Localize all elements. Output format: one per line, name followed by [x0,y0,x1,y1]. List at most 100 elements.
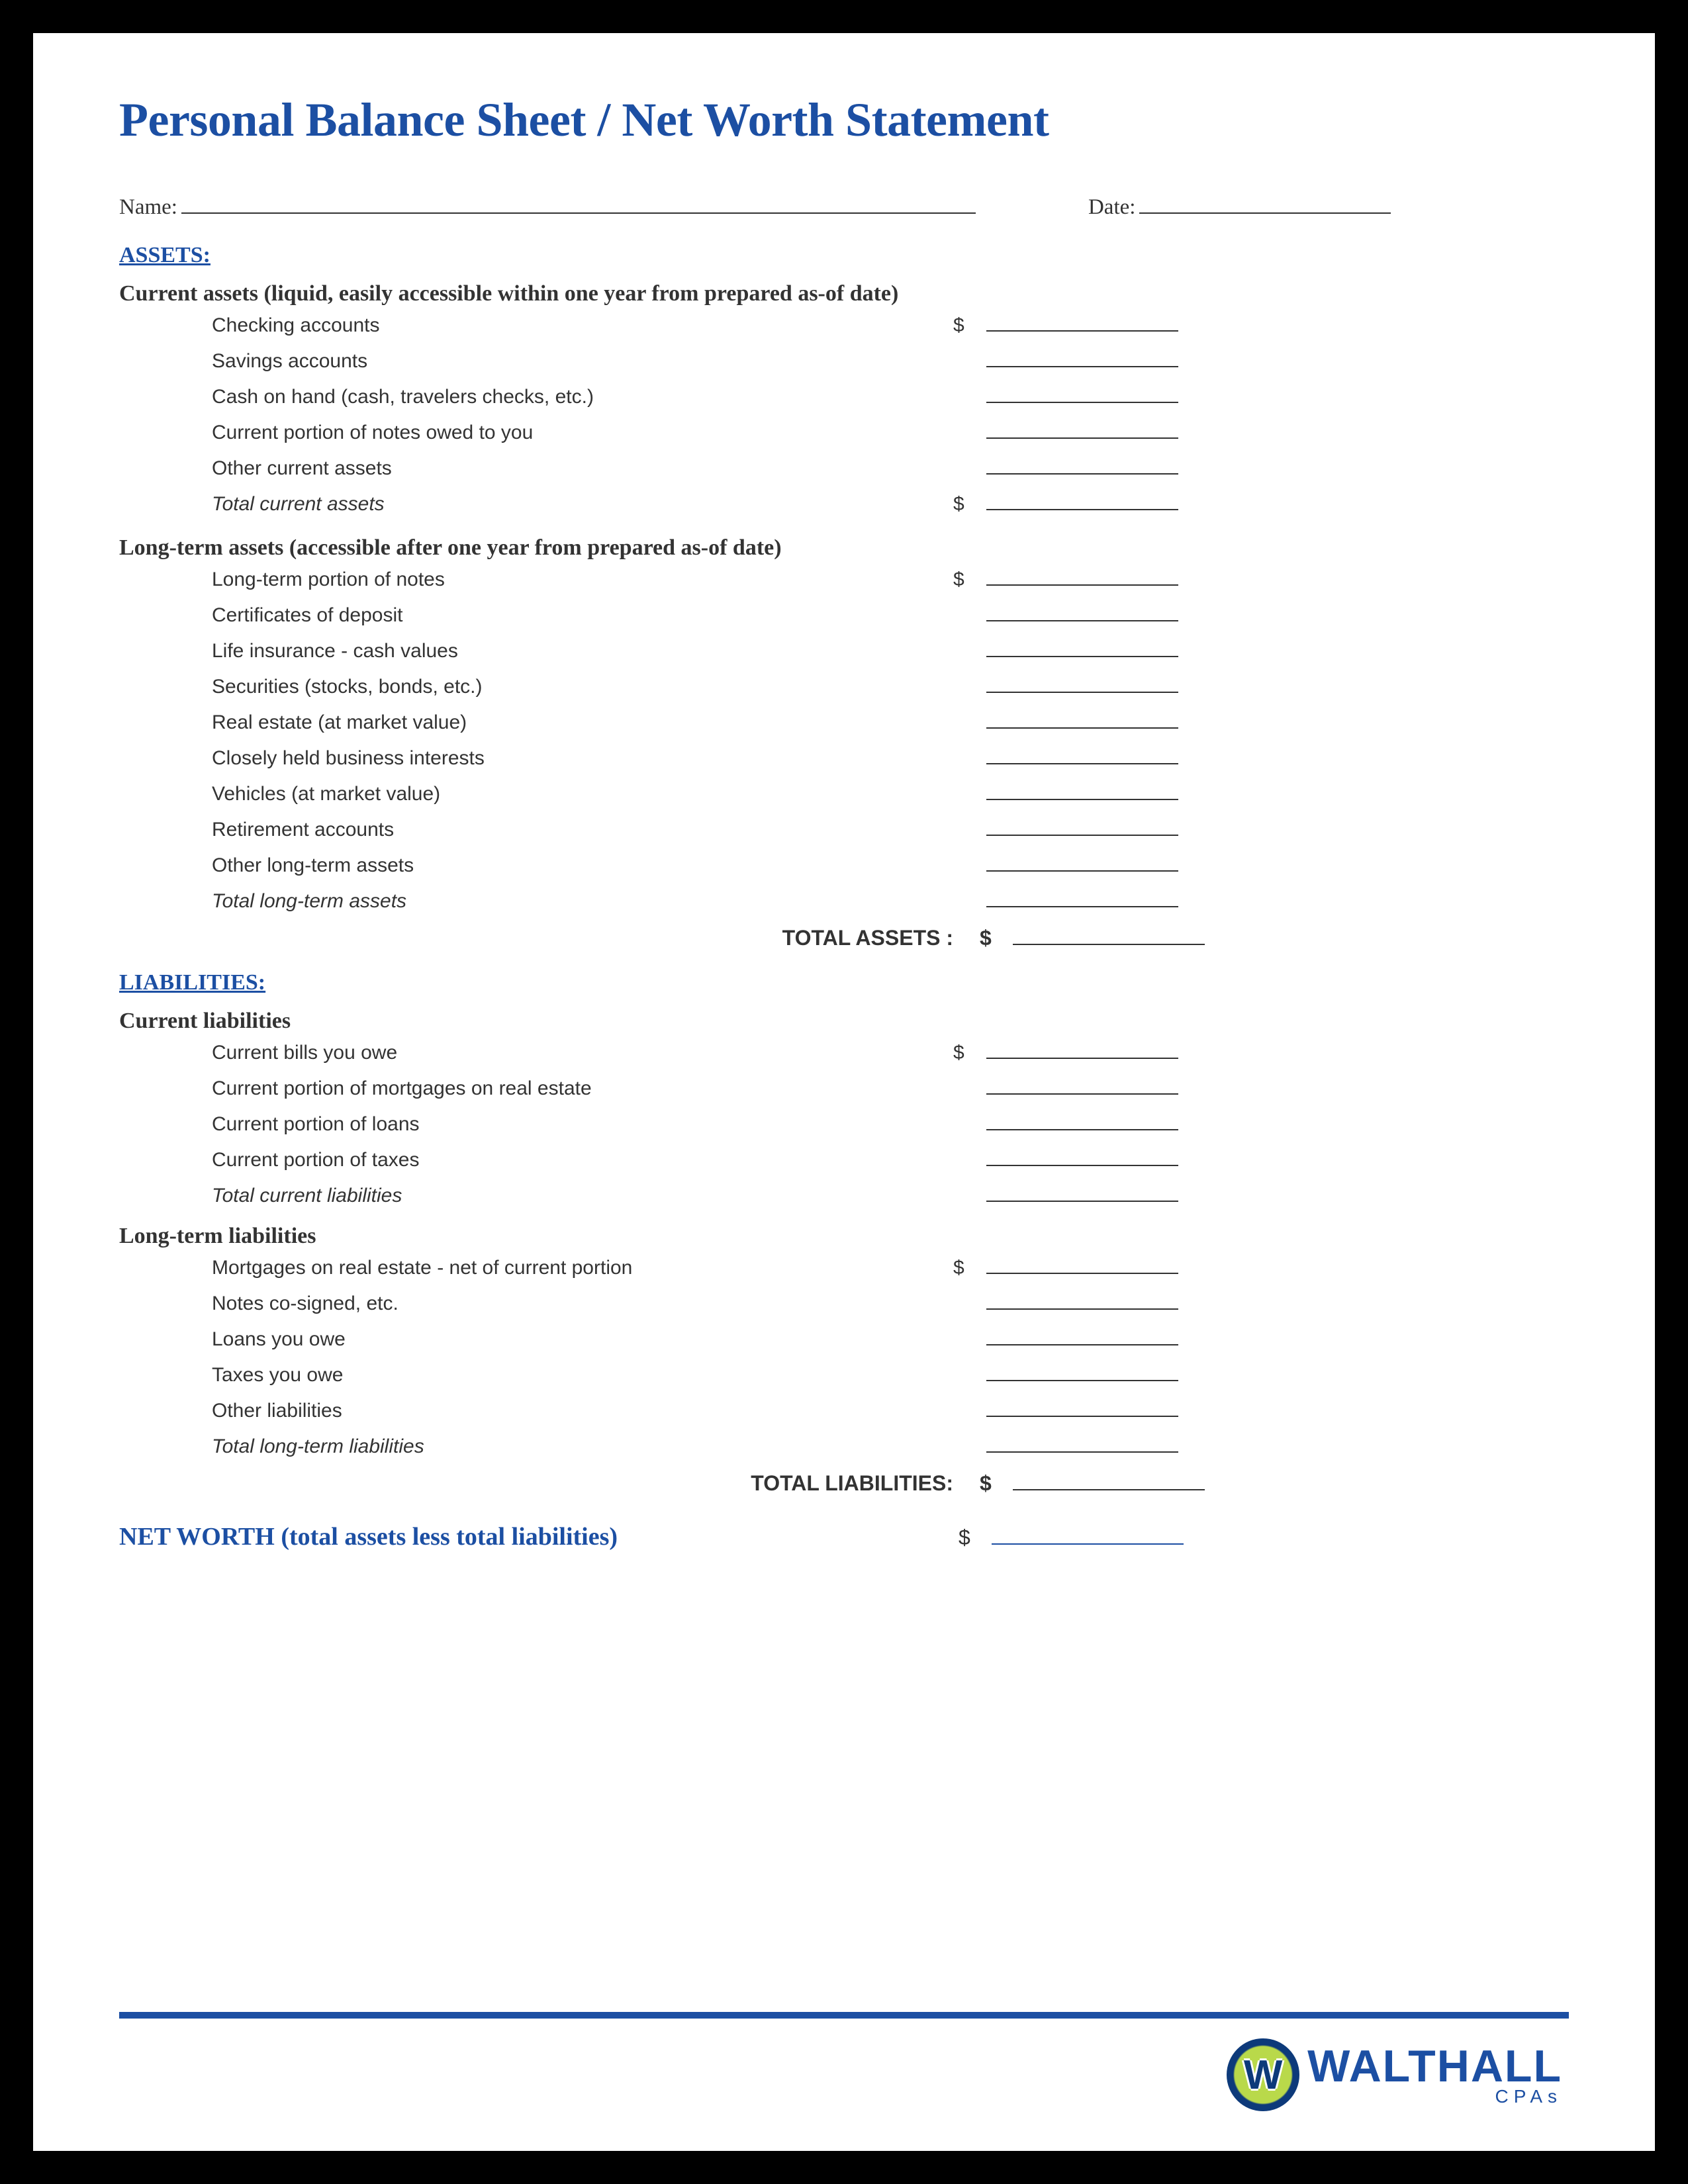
line-item-label: Current bills you owe [212,1042,953,1064]
amount-input-line[interactable] [986,1113,1178,1130]
amount-input-line[interactable] [986,1257,1178,1274]
subtotal-label: Total current assets [212,493,953,516]
subtotal-row: Total current liabilities [212,1185,1575,1207]
line-item-label: Securities (stocks, bonds, etc.) [212,676,953,698]
line-item: Current portion of loans [212,1113,1575,1136]
logo-text: WALTHALL CPAs [1307,2044,1562,2106]
line-item: Current portion of mortgages on real est… [212,1077,1575,1100]
amount-input-line[interactable] [986,747,1178,764]
line-item: Current bills you owe$ [212,1042,1575,1064]
line-item-label: Life insurance - cash values [212,640,953,662]
date-input-line[interactable] [1139,194,1391,214]
dollar-sign: $ [953,493,980,516]
amount-input-line[interactable] [986,1042,1178,1059]
line-item: Notes co-signed, etc. [212,1293,1575,1315]
amount-input-line[interactable] [986,457,1178,475]
line-item: Savings accounts [212,350,1575,373]
subtotal-label: Total long-term assets [212,890,953,913]
line-item-label: Notes co-signed, etc. [212,1293,953,1315]
line-item-label: Cash on hand (cash, travelers checks, et… [212,386,953,408]
networth-row: NET WORTH (total assets less total liabi… [119,1522,1575,1551]
dollar-sign: $ [953,1257,980,1279]
current-liabilities-rows: Current bills you owe$ Current portion o… [212,1042,1575,1207]
networth-label: NET WORTH (total assets less total liabi… [119,1522,959,1551]
dollar-sign: $ [953,1042,980,1064]
date-field: Date: [1088,194,1391,220]
line-item-label: Other current assets [212,457,953,480]
line-item-label: Long-term portion of notes [212,569,953,591]
line-item-label: Retirement accounts [212,819,953,841]
subtotal-label: Total current liabilities [212,1185,953,1207]
line-item-label: Current portion of mortgages on real est… [212,1077,953,1100]
page-title: Personal Balance Sheet / Net Worth State… [119,93,1575,148]
current-assets-heading: Current assets (liquid, easily accessibl… [119,281,1575,306]
logo-main: WALTHALL [1307,2044,1562,2089]
amount-input-line[interactable] [986,783,1178,800]
amount-input-line[interactable] [986,350,1178,367]
line-item-label: Loans you owe [212,1328,953,1351]
amount-input-line[interactable] [986,676,1178,693]
name-field: Name: [119,194,976,220]
dollar-sign: $ [953,569,980,591]
amount-input-line[interactable] [986,1077,1178,1095]
line-item: Securities (stocks, bonds, etc.) [212,676,1575,698]
line-item: Checking accounts$ [212,314,1575,337]
amount-input-line[interactable] [986,1364,1178,1381]
line-item-label: Taxes you owe [212,1364,953,1387]
name-label: Name: [119,195,177,220]
total-assets-row: TOTAL ASSETS : $ [119,926,1575,950]
amount-input-line[interactable] [986,386,1178,403]
line-item-label: Real estate (at market value) [212,711,953,734]
amount-input-line[interactable] [986,819,1178,836]
subtotal-row: Total current assets$ [212,493,1575,516]
amount-input-line[interactable] [986,1435,1178,1453]
line-item-label: Other liabilities [212,1400,953,1422]
amount-input-line[interactable] [992,1526,1184,1545]
dollar-sign: $ [953,314,980,337]
amount-input-line[interactable] [986,422,1178,439]
subtotal-label: Total long-term liabilities [212,1435,953,1458]
amount-input-line[interactable] [1013,928,1205,945]
amount-input-line[interactable] [986,1149,1178,1166]
line-item-label: Checking accounts [212,314,953,337]
amount-input-line[interactable] [986,314,1178,332]
line-item-label: Mortgages on real estate - net of curren… [212,1257,953,1279]
amount-input-line[interactable] [1013,1473,1205,1490]
line-item-label: Current portion of taxes [212,1149,953,1171]
total-liabilities-label: TOTAL LIABILITIES: [119,1471,980,1496]
line-item-label: Certificates of deposit [212,604,953,627]
dollar-sign: $ [980,926,1006,950]
line-item: Vehicles (at market value) [212,783,1575,805]
line-item: Loans you owe [212,1328,1575,1351]
amount-input-line[interactable] [986,569,1178,586]
line-item: Life insurance - cash values [212,640,1575,662]
line-item: Mortgages on real estate - net of curren… [212,1257,1575,1279]
line-item: Current portion of taxes [212,1149,1575,1171]
name-input-line[interactable] [181,194,976,214]
line-item: Cash on hand (cash, travelers checks, et… [212,386,1575,408]
line-item: Closely held business interests [212,747,1575,770]
logo: WALTHALL CPAs [1227,2038,1562,2111]
current-assets-rows: Checking accounts$ Savings accounts Cash… [212,314,1575,516]
amount-input-line[interactable] [986,604,1178,621]
line-item: Other long-term assets [212,854,1575,877]
amount-input-line[interactable] [986,1185,1178,1202]
page: Personal Balance Sheet / Net Worth State… [33,33,1655,2151]
line-item: Real estate (at market value) [212,711,1575,734]
line-item: Certificates of deposit [212,604,1575,627]
amount-input-line[interactable] [986,493,1178,510]
longterm-assets-rows: Long-term portion of notes$ Certificates… [212,569,1575,913]
amount-input-line[interactable] [986,854,1178,872]
amount-input-line[interactable] [986,1400,1178,1417]
amount-input-line[interactable] [986,711,1178,729]
current-liabilities-heading: Current liabilities [119,1009,1575,1034]
amount-input-line[interactable] [986,1293,1178,1310]
amount-input-line[interactable] [986,890,1178,907]
header-fields: Name: Date: [119,194,1575,220]
amount-input-line[interactable] [986,640,1178,657]
line-item: Other liabilities [212,1400,1575,1422]
amount-input-line[interactable] [986,1328,1178,1345]
line-item-label: Closely held business interests [212,747,953,770]
line-item: Long-term portion of notes$ [212,569,1575,591]
line-item: Retirement accounts [212,819,1575,841]
